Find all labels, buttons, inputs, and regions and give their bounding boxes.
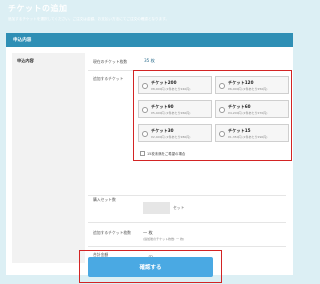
divider	[88, 222, 286, 223]
ticket-option-90[interactable]: チケット90 ¥5,400円 (1件あたり¥60円)	[138, 100, 212, 118]
ticket-option-120[interactable]: チケット120 ¥6,000円 (1件あたり¥50円)	[215, 76, 289, 94]
ticket-option-price: ¥2,400円 (1件あたり¥80円)	[151, 135, 191, 139]
current-tickets-label: 現在のチケット枚数	[93, 59, 128, 64]
radio-icon[interactable]	[142, 83, 148, 89]
under-15-checkbox[interactable]: 15枚未満をご希望の場合	[140, 151, 185, 156]
confirm-button-highlight: 確認する	[79, 250, 222, 283]
ticket-option-name: チケット30	[151, 128, 174, 133]
label-column	[12, 53, 85, 263]
add-ticket-label: 追加するチケット	[93, 76, 124, 81]
radio-icon[interactable]	[142, 107, 148, 113]
ticket-option-price: ¥5,400円 (1件あたり¥60円)	[151, 111, 191, 115]
ticket-option-name: チケット120	[228, 80, 254, 85]
radio-icon[interactable]	[219, 83, 225, 89]
checkbox-icon[interactable]	[140, 151, 145, 156]
ticket-options-highlight: チケット200 ¥8,000円 (1件あたり¥40円) チケット120 ¥6,0…	[133, 70, 292, 161]
ticket-option-price: ¥4,200円 (1件あたり¥70円)	[228, 111, 268, 115]
ticket-option-name: チケット90	[151, 104, 174, 109]
divider	[88, 195, 286, 196]
ticket-option-name: チケット200	[151, 80, 177, 85]
radio-icon[interactable]	[219, 107, 225, 113]
ticket-option-15[interactable]: チケット15 ¥1,350円 (1件あたり¥90円)	[215, 124, 289, 142]
ticket-option-price: ¥6,000円 (1件あたり¥50円)	[228, 87, 268, 91]
page-description: 追加するチケットを選択してください。ご注文は金額、お支払い方法にてご注文の確認と…	[8, 17, 170, 21]
ticket-option-price: ¥8,000円 (1件あたり¥40円)	[151, 87, 191, 91]
radio-icon[interactable]	[219, 131, 225, 137]
divider	[88, 246, 286, 247]
current-tickets-value: 35 枚	[144, 58, 155, 63]
set-unit: セット	[173, 205, 185, 210]
add-count-value: 一 枚	[143, 230, 153, 235]
section-label: 申込内容	[17, 58, 34, 63]
ticket-option-name: チケット60	[228, 104, 251, 109]
page-title: チケットの追加	[8, 4, 68, 13]
radio-icon[interactable]	[142, 131, 148, 137]
add-count-label: 追加するチケット枚数	[93, 230, 131, 235]
set-count-label: 購入セット数	[93, 197, 116, 202]
ticket-option-60[interactable]: チケット60 ¥4,200円 (1件あたり¥70円)	[215, 100, 289, 118]
checkbox-label: 15枚未満をご希望の場合	[147, 152, 186, 156]
ticket-option-30[interactable]: チケット30 ¥2,400円 (1件あたり¥80円)	[138, 124, 212, 142]
confirm-button[interactable]: 確認する	[88, 257, 213, 277]
ticket-option-200[interactable]: チケット200 ¥8,000円 (1件あたり¥40円)	[138, 76, 212, 94]
card-header: 申込内容	[6, 33, 293, 47]
add-count-sub: (追加後のチケット枚数: 一 枚)	[143, 237, 185, 241]
ticket-option-name: チケット15	[228, 128, 251, 133]
ticket-option-price: ¥1,350円 (1件あたり¥90円)	[228, 135, 268, 139]
set-count-input[interactable]	[143, 202, 170, 214]
